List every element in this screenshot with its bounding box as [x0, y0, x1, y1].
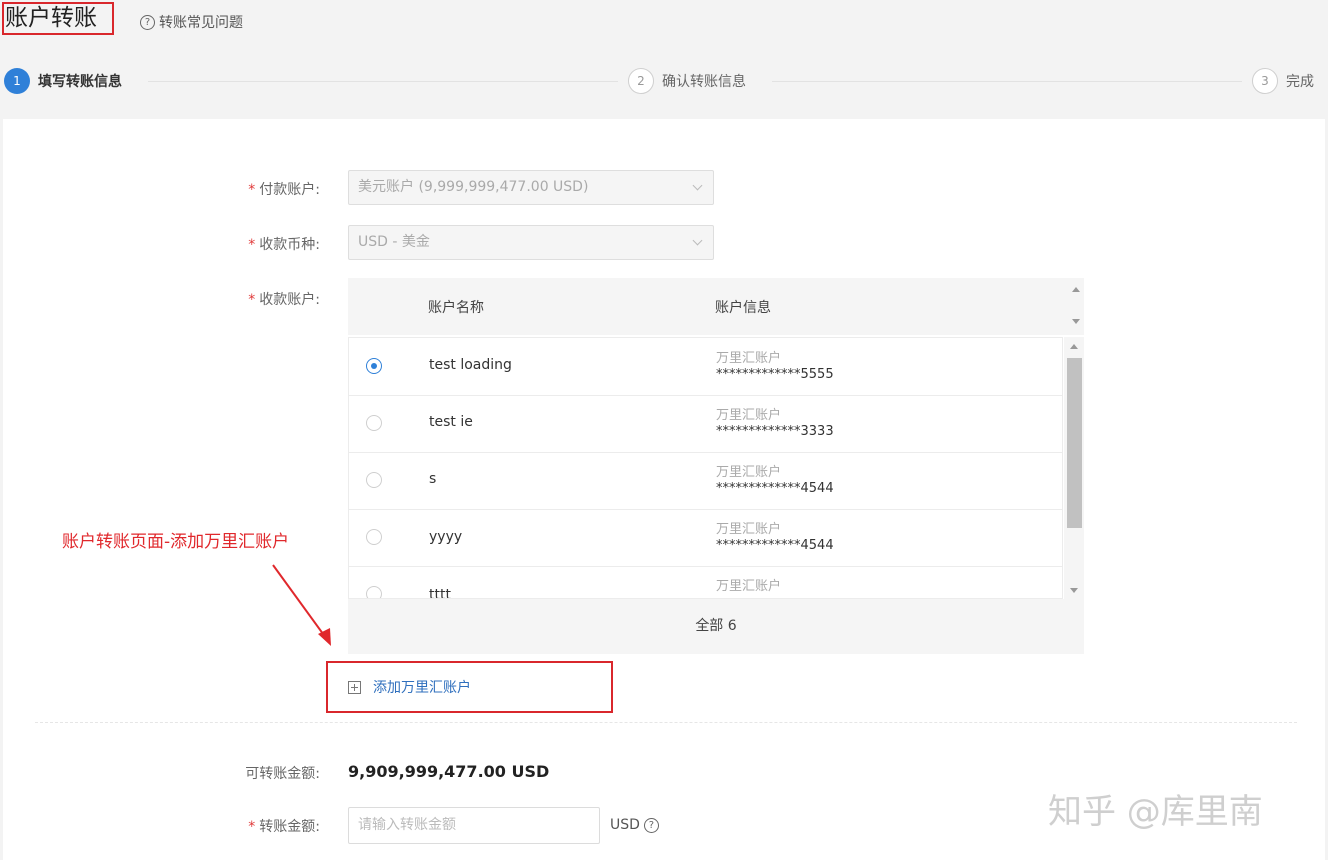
- faq-link[interactable]: ? 转账常见问题: [140, 12, 243, 32]
- faq-label: 转账常见问题: [159, 15, 243, 31]
- annotation-text: 账户转账页面-添加万里汇账户: [62, 532, 290, 552]
- account-name: test ie: [429, 414, 473, 430]
- step-number: 3: [1252, 68, 1278, 94]
- account-name: tttt: [429, 587, 451, 599]
- account-number: *************4544: [716, 481, 834, 496]
- table-footer-total: 全部 6: [348, 599, 1084, 654]
- account-number: *************3333: [716, 424, 834, 439]
- amount-unit: USD ?: [610, 817, 659, 833]
- step-connector: [772, 81, 1242, 82]
- amount-input[interactable]: 请输入转账金额: [348, 807, 600, 844]
- table-row[interactable]: yyyy 万里汇账户 *************4544: [349, 509, 1062, 567]
- account-type: 万里汇账户: [716, 522, 782, 537]
- scroll-down-icon[interactable]: [1072, 319, 1080, 324]
- account-name: test loading: [429, 357, 512, 373]
- plus-square-icon: [348, 680, 361, 694]
- column-header-info: 账户信息: [715, 300, 771, 316]
- table-row[interactable]: test loading 万里汇账户 *************5555: [349, 338, 1062, 396]
- scrollbar-thumb[interactable]: [1067, 358, 1082, 528]
- amount-label: * 转账金额:: [170, 816, 320, 836]
- payer-account-value: 美元账户 (9,999,999,477.00 USD): [358, 179, 589, 195]
- step-connector: [148, 81, 618, 82]
- radio-unselected[interactable]: [366, 415, 382, 431]
- unit-label: USD: [610, 817, 640, 833]
- annotation-arrow-icon: [272, 564, 331, 646]
- add-account-label: 添加万里汇账户: [373, 680, 471, 696]
- currency-label: * 收款币种:: [170, 234, 320, 254]
- payer-label-text: 付款账户:: [259, 182, 320, 198]
- chevron-down-icon: [692, 235, 703, 246]
- account-table-body: test loading 万里汇账户 *************5555 tes…: [348, 337, 1063, 599]
- radio-unselected[interactable]: [366, 472, 382, 488]
- account-name: yyyy: [429, 529, 463, 545]
- currency-select[interactable]: USD - 美金: [348, 225, 714, 260]
- table-row[interactable]: s 万里汇账户 *************4544: [349, 452, 1062, 510]
- account-type: 万里汇账户: [716, 408, 782, 423]
- help-circle-icon: ?: [140, 14, 155, 30]
- required-mark: *: [248, 237, 256, 253]
- account-name: s: [429, 471, 437, 487]
- divider: [35, 722, 1297, 723]
- available-amount: 9,909,999,477.00 USD: [348, 762, 550, 781]
- step-1: 1 填写转账信息: [4, 68, 122, 94]
- payee-label-text: 收款账户:: [259, 292, 320, 308]
- radio-selected[interactable]: [366, 358, 382, 374]
- account-number: *************4544: [716, 538, 834, 553]
- table-row[interactable]: test ie 万里汇账户 *************3333: [349, 395, 1062, 453]
- table-header: 账户名称 账户信息: [348, 278, 1084, 335]
- scroll-up-icon[interactable]: [1072, 287, 1080, 292]
- table-row[interactable]: tttt 万里汇账户: [349, 566, 1062, 599]
- payer-account-select[interactable]: 美元账户 (9,999,999,477.00 USD): [348, 170, 714, 205]
- step-3: 3 完成: [1252, 68, 1314, 94]
- step-label: 确认转账信息: [662, 74, 746, 90]
- available-label: 可转账金额:: [245, 766, 320, 782]
- currency-value: USD - 美金: [358, 234, 430, 250]
- payee-label: * 收款账户:: [170, 289, 320, 309]
- help-circle-icon[interactable]: ?: [643, 817, 659, 833]
- required-mark: *: [248, 819, 256, 835]
- account-number: *************5555: [716, 367, 834, 382]
- required-mark: *: [248, 292, 256, 308]
- watermark: 知乎 @库里南: [1048, 792, 1263, 832]
- scroll-up-icon[interactable]: [1070, 344, 1078, 349]
- amount-label-text: 转账金额:: [259, 819, 320, 835]
- add-account-button[interactable]: 添加万里汇账户: [348, 677, 471, 697]
- chevron-down-icon: [692, 180, 703, 191]
- step-label: 填写转账信息: [38, 74, 122, 90]
- account-type: 万里汇账户: [716, 465, 782, 480]
- step-number: 1: [4, 68, 30, 94]
- required-mark: *: [248, 182, 256, 198]
- radio-unselected[interactable]: [366, 529, 382, 545]
- page-title: 账户转账: [2, 2, 114, 35]
- payer-label: * 付款账户:: [170, 179, 320, 199]
- radio-unselected[interactable]: [366, 586, 382, 598]
- step-number: 2: [628, 68, 654, 94]
- column-header-name: 账户名称: [428, 300, 484, 316]
- step-label: 完成: [1286, 74, 1314, 90]
- step-2: 2 确认转账信息: [628, 68, 746, 94]
- currency-label-text: 收款币种:: [259, 237, 320, 253]
- account-type: 万里汇账户: [716, 351, 782, 366]
- scroll-down-icon[interactable]: [1070, 588, 1078, 593]
- account-type: 万里汇账户: [716, 579, 782, 594]
